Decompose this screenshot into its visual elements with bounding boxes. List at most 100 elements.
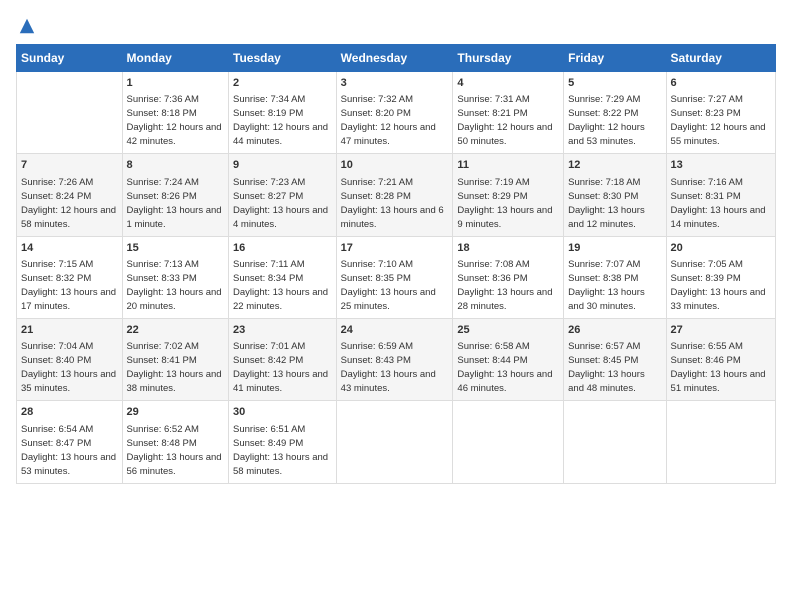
sunrise-text: Sunrise: 6:55 AMSunset: 8:46 PMDaylight:… bbox=[671, 341, 766, 394]
header-day: Tuesday bbox=[229, 44, 337, 71]
sunrise-text: Sunrise: 7:04 AMSunset: 8:40 PMDaylight:… bbox=[21, 341, 116, 394]
calendar-week-row: 14 Sunrise: 7:15 AMSunset: 8:32 PMDayligh… bbox=[17, 236, 776, 318]
calendar-cell bbox=[666, 401, 775, 483]
sunrise-text: Sunrise: 7:13 AMSunset: 8:33 PMDaylight:… bbox=[127, 259, 222, 312]
calendar-cell: 20 Sunrise: 7:05 AMSunset: 8:39 PMDayligh… bbox=[666, 236, 775, 318]
day-number: 14 bbox=[21, 241, 118, 256]
sunrise-text: Sunrise: 7:29 AMSunset: 8:22 PMDaylight:… bbox=[568, 94, 645, 147]
sunrise-text: Sunrise: 6:51 AMSunset: 8:49 PMDaylight:… bbox=[233, 424, 328, 477]
calendar-cell bbox=[336, 401, 453, 483]
calendar-table: SundayMondayTuesdayWednesdayThursdayFrid… bbox=[16, 44, 776, 484]
calendar-week-row: 1Sunrise: 7:36 AMSunset: 8:18 PMDaylight… bbox=[17, 71, 776, 153]
day-number: 5 bbox=[568, 76, 661, 91]
calendar-cell: 16 Sunrise: 7:11 AMSunset: 8:34 PMDayligh… bbox=[229, 236, 337, 318]
calendar-cell: 26 Sunrise: 6:57 AMSunset: 8:45 PMDayligh… bbox=[564, 318, 666, 400]
day-number: 9 bbox=[233, 158, 332, 173]
day-number: 27 bbox=[671, 323, 771, 338]
calendar-cell: 25 Sunrise: 6:58 AMSunset: 8:44 PMDayligh… bbox=[453, 318, 564, 400]
sunrise-text: Sunrise: 7:31 AMSunset: 8:21 PMDaylight:… bbox=[457, 94, 552, 147]
calendar-week-row: 7Sunrise: 7:26 AMSunset: 8:24 PMDaylight… bbox=[17, 154, 776, 236]
header bbox=[16, 16, 776, 36]
day-number: 23 bbox=[233, 323, 332, 338]
calendar-cell: 9 Sunrise: 7:23 AMSunset: 8:27 PMDaylight… bbox=[229, 154, 337, 236]
calendar-cell: 15 Sunrise: 7:13 AMSunset: 8:33 PMDayligh… bbox=[122, 236, 228, 318]
sunrise-text: Sunrise: 7:32 AMSunset: 8:20 PMDaylight:… bbox=[341, 94, 436, 147]
page: SundayMondayTuesdayWednesdayThursdayFrid… bbox=[0, 0, 792, 494]
sunrise-text: Sunrise: 7:24 AMSunset: 8:26 PMDaylight:… bbox=[127, 177, 222, 230]
calendar-cell: 4 Sunrise: 7:31 AMSunset: 8:21 PMDaylight… bbox=[453, 71, 564, 153]
day-number: 6 bbox=[671, 76, 771, 91]
sunrise-text: Sunrise: 7:34 AMSunset: 8:19 PMDaylight:… bbox=[233, 94, 328, 147]
sunrise-text: Sunrise: 7:05 AMSunset: 8:39 PMDaylight:… bbox=[671, 259, 766, 312]
header-day: Saturday bbox=[666, 44, 775, 71]
logo bbox=[16, 16, 36, 36]
sunrise-text: Sunrise: 6:59 AMSunset: 8:43 PMDaylight:… bbox=[341, 341, 436, 394]
day-number: 20 bbox=[671, 241, 771, 256]
calendar-cell: 29Sunrise: 6:52 AMSunset: 8:48 PMDayligh… bbox=[122, 401, 228, 483]
calendar-cell: 11Sunrise: 7:19 AMSunset: 8:29 PMDayligh… bbox=[453, 154, 564, 236]
calendar-cell: 10 Sunrise: 7:21 AMSunset: 8:28 PMDayligh… bbox=[336, 154, 453, 236]
sunrise-text: Sunrise: 6:57 AMSunset: 8:45 PMDaylight:… bbox=[568, 341, 645, 394]
sunrise-text: Sunrise: 7:15 AMSunset: 8:32 PMDaylight:… bbox=[21, 259, 116, 312]
day-number: 30 bbox=[233, 405, 332, 420]
day-number: 8 bbox=[127, 158, 224, 173]
day-number: 21 bbox=[21, 323, 118, 338]
calendar-cell: 30 Sunrise: 6:51 AMSunset: 8:49 PMDayligh… bbox=[229, 401, 337, 483]
day-number: 24 bbox=[341, 323, 449, 338]
calendar-week-row: 21 Sunrise: 7:04 AMSunset: 8:40 PMDayligh… bbox=[17, 318, 776, 400]
header-day: Sunday bbox=[17, 44, 123, 71]
calendar-week-row: 28 Sunrise: 6:54 AMSunset: 8:47 PMDayligh… bbox=[17, 401, 776, 483]
sunrise-text: Sunrise: 7:01 AMSunset: 8:42 PMDaylight:… bbox=[233, 341, 328, 394]
calendar-cell: 14 Sunrise: 7:15 AMSunset: 8:32 PMDayligh… bbox=[17, 236, 123, 318]
calendar-cell: 28 Sunrise: 6:54 AMSunset: 8:47 PMDayligh… bbox=[17, 401, 123, 483]
calendar-cell: 3 Sunrise: 7:32 AMSunset: 8:20 PMDaylight… bbox=[336, 71, 453, 153]
calendar-cell bbox=[17, 71, 123, 153]
calendar-cell: 24 Sunrise: 6:59 AMSunset: 8:43 PMDayligh… bbox=[336, 318, 453, 400]
calendar-cell: 19 Sunrise: 7:07 AMSunset: 8:38 PMDayligh… bbox=[564, 236, 666, 318]
calendar-cell: 12 Sunrise: 7:18 AMSunset: 8:30 PMDayligh… bbox=[564, 154, 666, 236]
header-day: Thursday bbox=[453, 44, 564, 71]
sunrise-text: Sunrise: 7:02 AMSunset: 8:41 PMDaylight:… bbox=[127, 341, 222, 394]
calendar-cell: 22 Sunrise: 7:02 AMSunset: 8:41 PMDayligh… bbox=[122, 318, 228, 400]
calendar-cell: 7Sunrise: 7:26 AMSunset: 8:24 PMDaylight… bbox=[17, 154, 123, 236]
day-number: 3 bbox=[341, 76, 449, 91]
sunrise-text: Sunrise: 6:52 AMSunset: 8:48 PMDaylight:… bbox=[127, 424, 222, 477]
calendar-cell: 1Sunrise: 7:36 AMSunset: 8:18 PMDaylight… bbox=[122, 71, 228, 153]
logo-text bbox=[16, 16, 36, 36]
day-number: 17 bbox=[341, 241, 449, 256]
day-number: 19 bbox=[568, 241, 661, 256]
sunrise-text: Sunrise: 7:19 AMSunset: 8:29 PMDaylight:… bbox=[457, 177, 552, 230]
header-day: Wednesday bbox=[336, 44, 453, 71]
sunrise-text: Sunrise: 7:18 AMSunset: 8:30 PMDaylight:… bbox=[568, 177, 645, 230]
sunrise-text: Sunrise: 6:54 AMSunset: 8:47 PMDaylight:… bbox=[21, 424, 116, 477]
sunrise-text: Sunrise: 7:07 AMSunset: 8:38 PMDaylight:… bbox=[568, 259, 645, 312]
sunrise-text: Sunrise: 7:36 AMSunset: 8:18 PMDaylight:… bbox=[127, 94, 222, 147]
sunrise-text: Sunrise: 7:23 AMSunset: 8:27 PMDaylight:… bbox=[233, 177, 328, 230]
calendar-cell bbox=[453, 401, 564, 483]
day-number: 4 bbox=[457, 76, 559, 91]
day-number: 12 bbox=[568, 158, 661, 173]
calendar-cell: 5 Sunrise: 7:29 AMSunset: 8:22 PMDaylight… bbox=[564, 71, 666, 153]
day-number: 2 bbox=[233, 76, 332, 91]
sunrise-text: Sunrise: 7:11 AMSunset: 8:34 PMDaylight:… bbox=[233, 259, 328, 312]
day-number: 22 bbox=[127, 323, 224, 338]
day-number: 28 bbox=[21, 405, 118, 420]
calendar-cell: 18Sunrise: 7:08 AMSunset: 8:36 PMDayligh… bbox=[453, 236, 564, 318]
sunrise-text: Sunrise: 6:58 AMSunset: 8:44 PMDaylight:… bbox=[457, 341, 552, 394]
day-number: 26 bbox=[568, 323, 661, 338]
header-day: Monday bbox=[122, 44, 228, 71]
day-number: 7 bbox=[21, 158, 118, 173]
calendar-cell: 23 Sunrise: 7:01 AMSunset: 8:42 PMDayligh… bbox=[229, 318, 337, 400]
day-number: 15 bbox=[127, 241, 224, 256]
day-number: 16 bbox=[233, 241, 332, 256]
day-number: 25 bbox=[457, 323, 559, 338]
sunrise-text: Sunrise: 7:10 AMSunset: 8:35 PMDaylight:… bbox=[341, 259, 436, 312]
calendar-cell: 21 Sunrise: 7:04 AMSunset: 8:40 PMDayligh… bbox=[17, 318, 123, 400]
header-row: SundayMondayTuesdayWednesdayThursdayFrid… bbox=[17, 44, 776, 71]
calendar-cell: 17 Sunrise: 7:10 AMSunset: 8:35 PMDayligh… bbox=[336, 236, 453, 318]
sunrise-text: Sunrise: 7:21 AMSunset: 8:28 PMDaylight:… bbox=[341, 177, 444, 230]
day-number: 10 bbox=[341, 158, 449, 173]
calendar-cell: 8 Sunrise: 7:24 AMSunset: 8:26 PMDaylight… bbox=[122, 154, 228, 236]
calendar-cell: 13Sunrise: 7:16 AMSunset: 8:31 PMDayligh… bbox=[666, 154, 775, 236]
calendar-cell: 2 Sunrise: 7:34 AMSunset: 8:19 PMDaylight… bbox=[229, 71, 337, 153]
